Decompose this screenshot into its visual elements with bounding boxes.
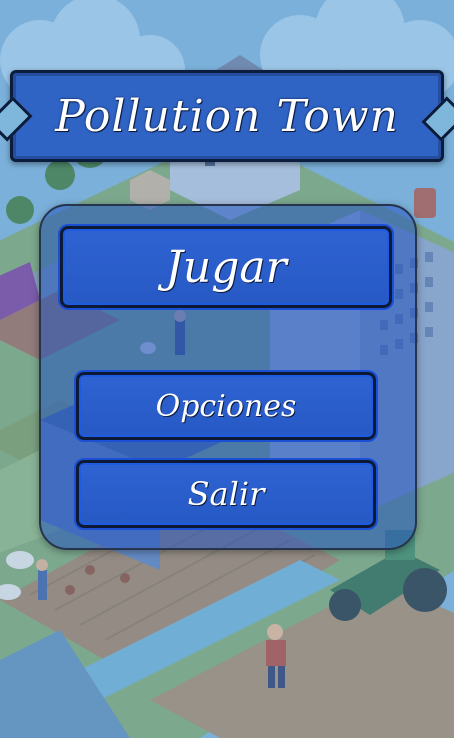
- play-button-label: Jugar: [165, 241, 287, 293]
- play-button[interactable]: Jugar: [60, 226, 392, 308]
- options-button-label: Opciones: [155, 388, 297, 424]
- options-button[interactable]: Opciones: [76, 372, 376, 440]
- exit-button-label: Salir: [187, 475, 265, 513]
- title-banner: Pollution Town: [10, 70, 444, 162]
- exit-button[interactable]: Salir: [76, 460, 376, 528]
- game-title: Pollution Town: [55, 90, 399, 142]
